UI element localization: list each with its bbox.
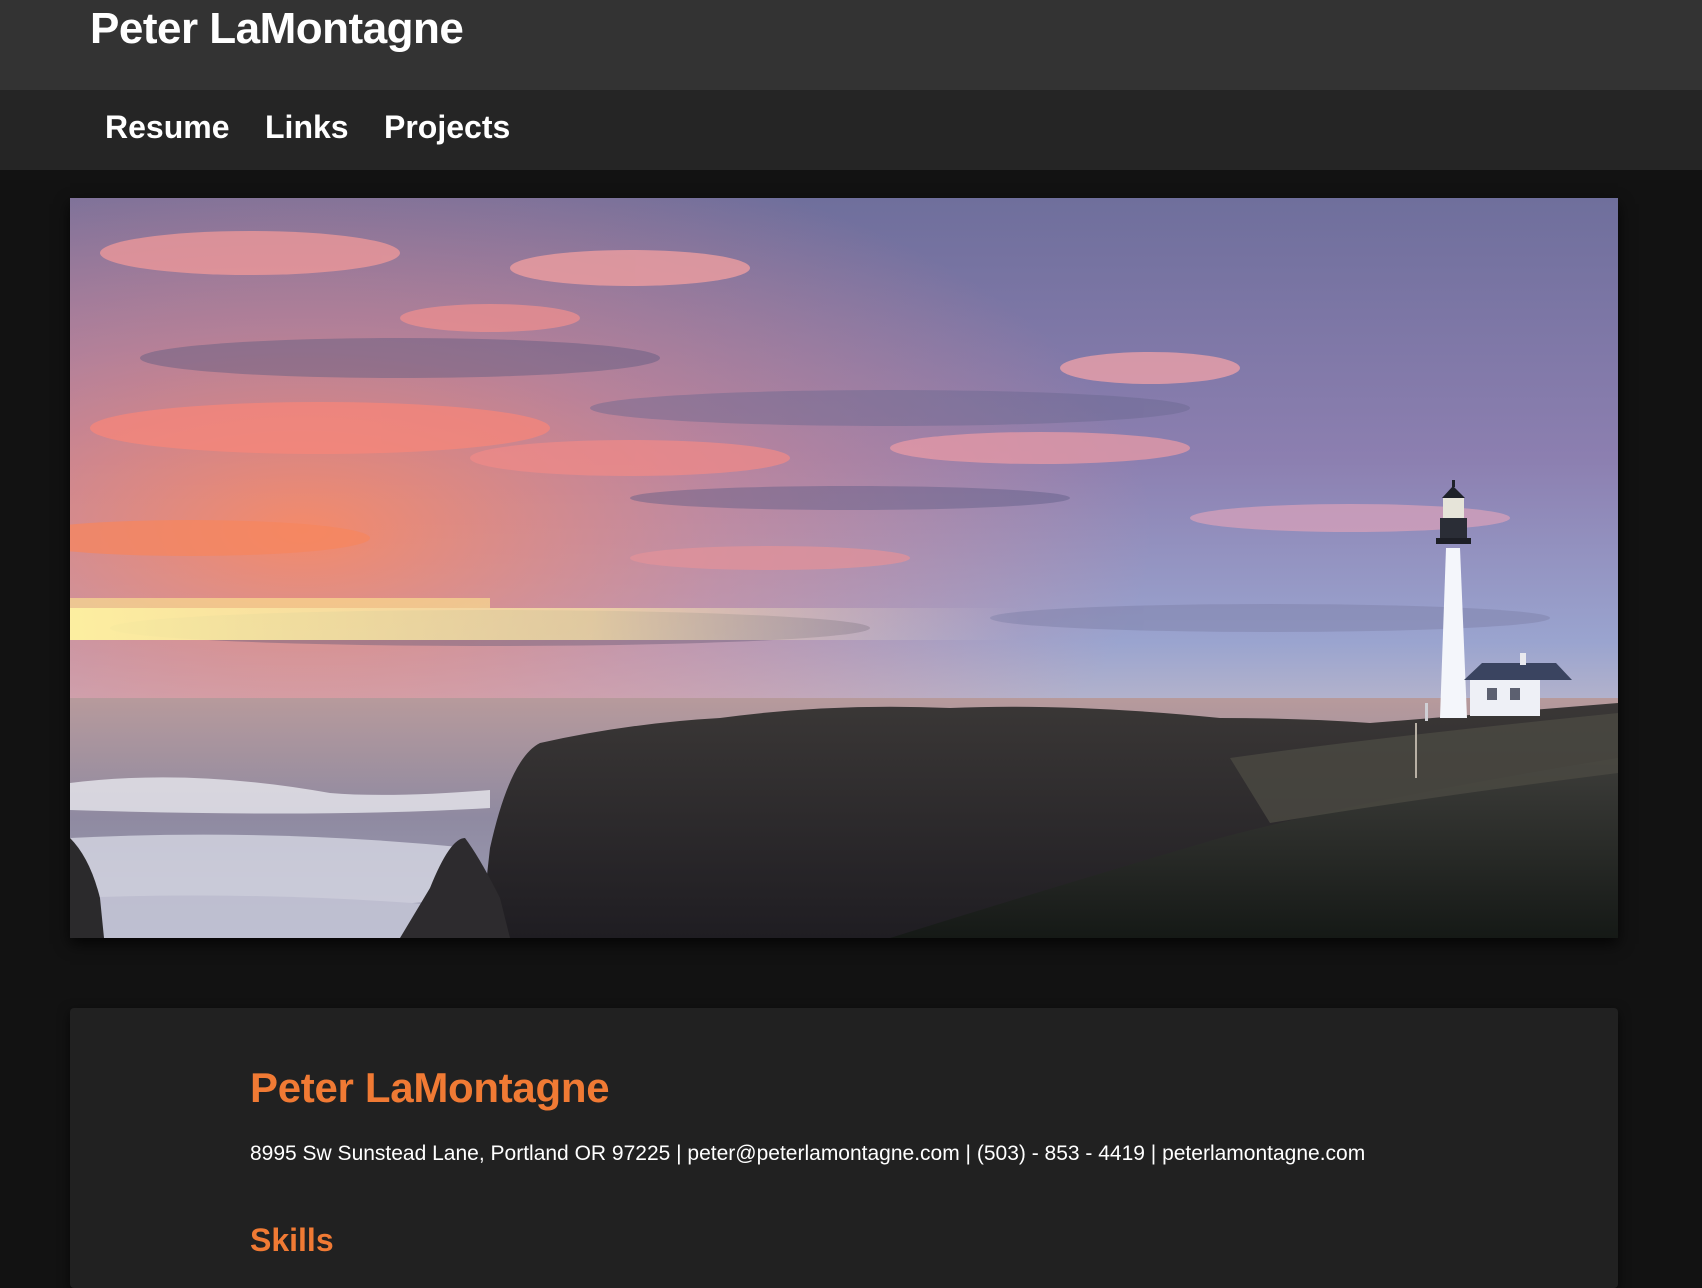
site-title[interactable]: Peter LaMontagne — [90, 4, 464, 54]
nav-item-resume[interactable]: Resume — [105, 109, 230, 146]
skills-heading: Skills — [250, 1222, 334, 1258]
hero-image — [70, 198, 1618, 938]
site-header: Peter LaMontagne — [0, 0, 1702, 90]
resume-name-heading: Peter LaMontagne — [250, 1064, 610, 1111]
main-nav: Resume Links Projects — [0, 90, 1702, 170]
contact-info: 8995 Sw Sunstead Lane, Portland OR 97225… — [250, 1142, 1366, 1165]
nav-item-projects[interactable]: Projects — [384, 109, 510, 146]
nav-item-links[interactable]: Links — [265, 109, 349, 146]
resume-card: Peter LaMontagne 8995 Sw Sunstead Lane, … — [70, 1008, 1618, 1288]
lighthouse-sunset-photo — [70, 198, 1618, 938]
